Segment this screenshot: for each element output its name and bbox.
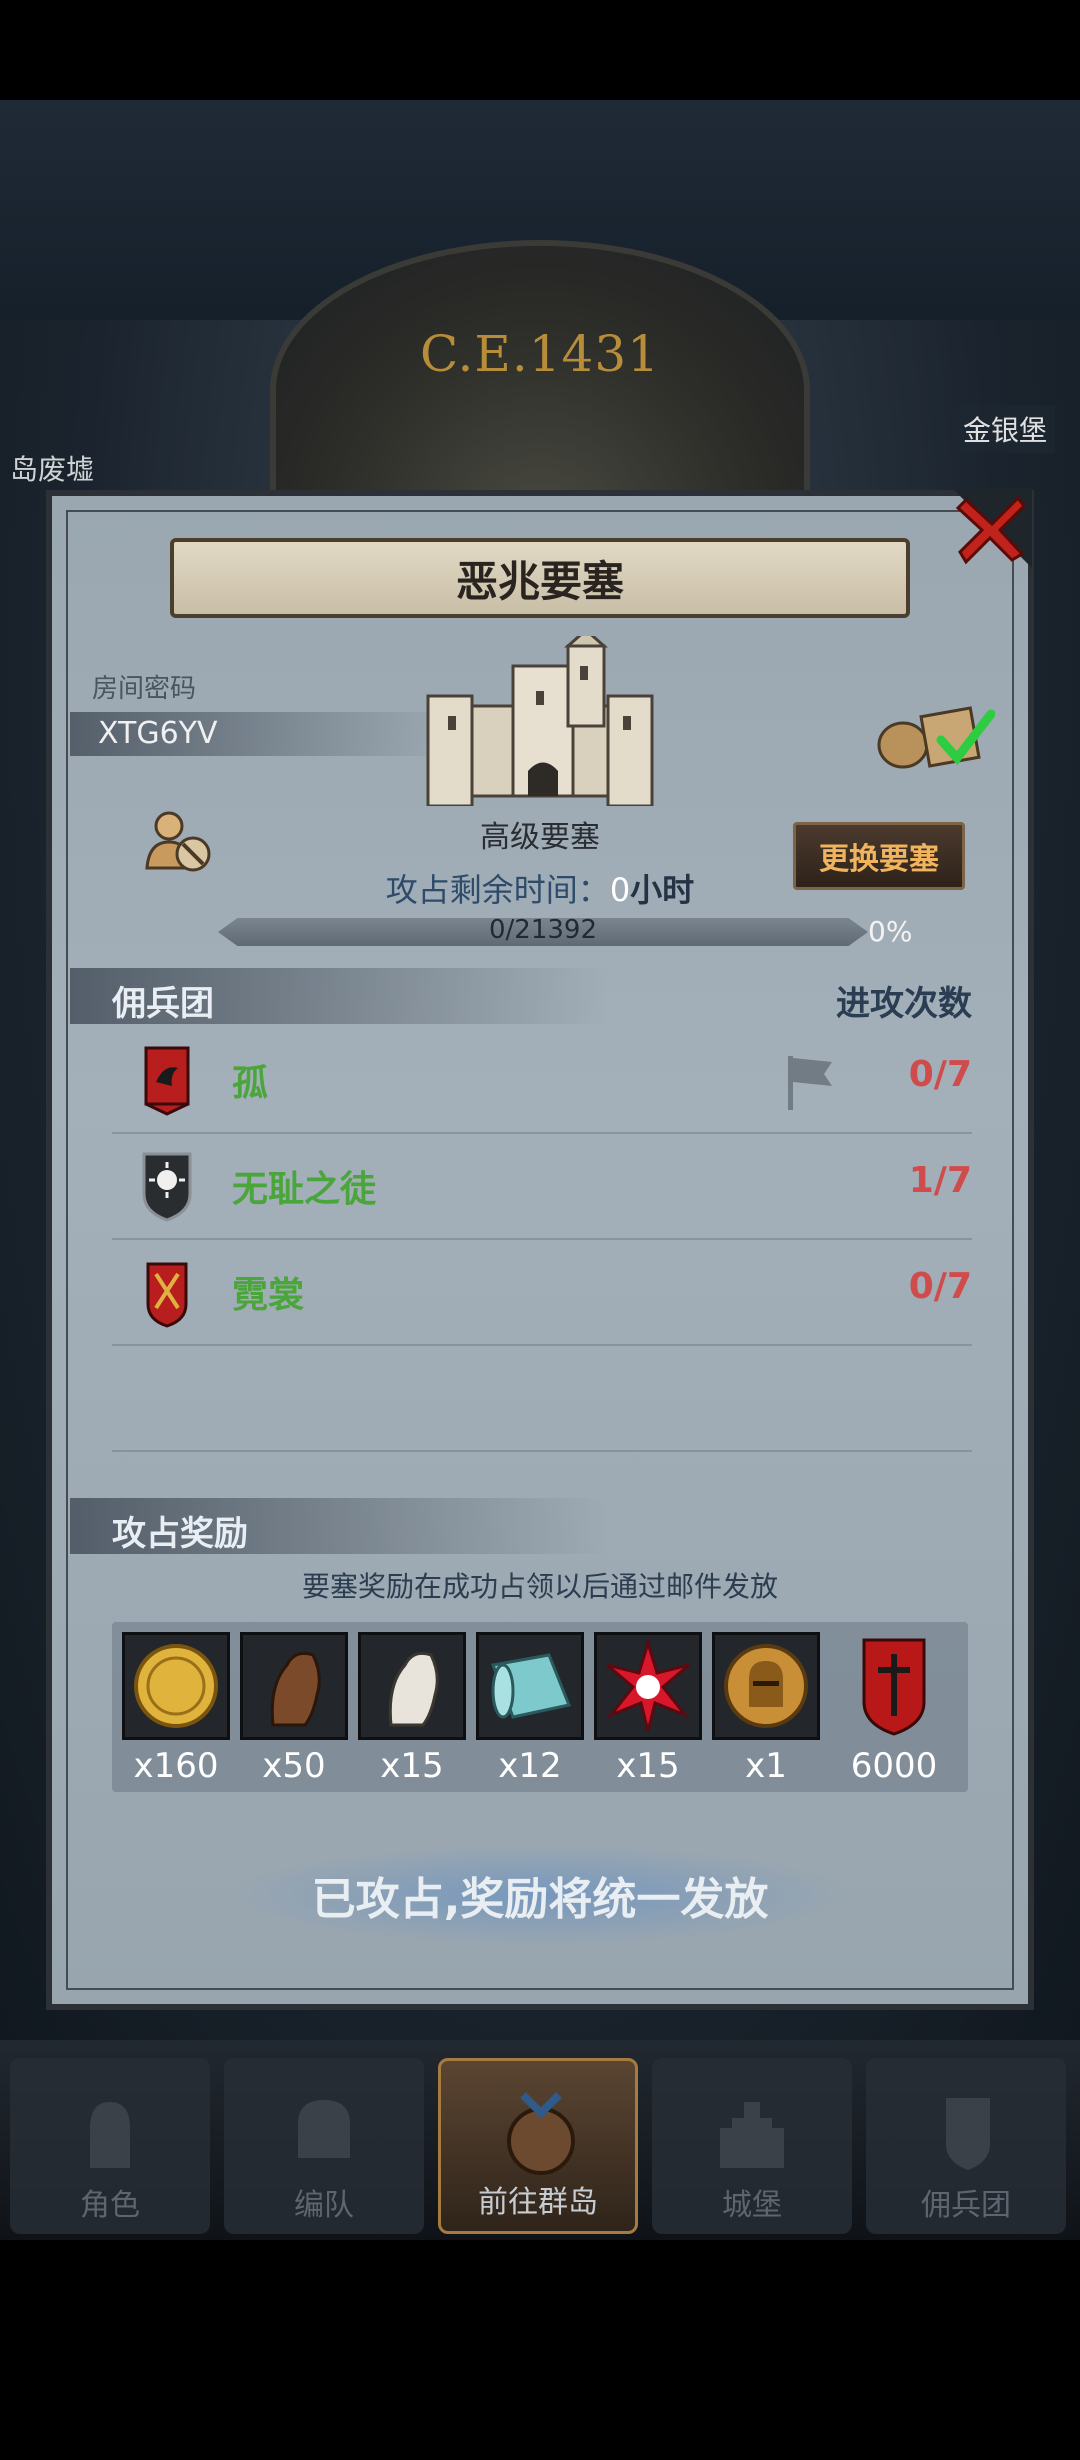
attack-count: 0/7	[908, 1054, 972, 1095]
gold-coin-icon	[134, 1644, 218, 1728]
nav-formation[interactable]: 编队	[224, 2058, 424, 2234]
reward-qty: x12	[498, 1746, 562, 1786]
cloth-roll-icon	[490, 1653, 572, 1719]
time-label: 攻占剩余时间：	[385, 871, 610, 909]
no-player-icon[interactable]	[143, 808, 213, 874]
change-fortress-button[interactable]: 更换要塞	[793, 822, 965, 890]
nav-mercenary[interactable]: 佣兵团	[866, 2058, 1066, 2234]
reward-qty: x50	[262, 1746, 326, 1786]
castle-icon	[426, 636, 654, 806]
reward-item[interactable]: x50	[240, 1632, 348, 1786]
helmet-icon	[298, 2100, 350, 2158]
supply-bag-check-icon[interactable]	[875, 700, 995, 770]
captured-status-button[interactable]: 已攻占,奖励将统一发放	[230, 1845, 850, 1945]
nav-label: 城堡	[722, 2188, 782, 2223]
flag-icon	[788, 1056, 832, 1110]
mercenary-row[interactable]: 霓裳 0/7	[112, 1240, 972, 1346]
reward-qty: x1	[745, 1746, 787, 1786]
knight-medal-icon	[724, 1644, 808, 1728]
nav-label: 佣兵团	[921, 2188, 1011, 2223]
sun-shield-icon	[142, 1152, 192, 1222]
nav-islands[interactable]: 前往群岛	[438, 2058, 638, 2234]
castle-nav-icon	[720, 2102, 784, 2168]
progress-percent: 0%	[868, 915, 913, 948]
brown-horse-icon	[270, 1651, 321, 1727]
compass-icon	[507, 2092, 575, 2175]
attack-count: 0/7	[908, 1266, 972, 1307]
room-code-label: 房间密码	[92, 674, 197, 704]
attack-count-header: 进攻次数	[836, 984, 972, 1024]
era-label: C.E.1431	[419, 325, 660, 383]
red-banner-icon	[862, 1638, 926, 1736]
nav-label: 角色	[80, 2188, 140, 2223]
progress-text: 0/21392	[488, 915, 597, 945]
reward-qty: x160	[133, 1746, 219, 1786]
time-unit: 小时	[630, 871, 695, 909]
nav-label: 编队	[294, 2188, 354, 2223]
fortress-type: 高级要塞	[480, 820, 600, 855]
reward-qty: x15	[380, 1746, 444, 1786]
close-icon[interactable]	[952, 488, 1032, 568]
reward-item[interactable]: x15	[594, 1632, 702, 1786]
raven-banner-icon	[144, 1046, 190, 1116]
reward-header: 攻占奖励	[70, 1498, 970, 1554]
torch-banner-icon	[146, 1262, 188, 1328]
location-left-label: 岛废墟	[10, 453, 95, 486]
location-right-label: 金银堡	[955, 405, 1056, 453]
red-star-gem-icon	[606, 1637, 690, 1732]
mercenary-row[interactable]: 孤 0/7	[112, 1028, 972, 1134]
reward-qty: x15	[616, 1746, 680, 1786]
mercenary-header: 佣兵团 进攻次数	[70, 968, 972, 1024]
time-value: 0	[609, 871, 631, 909]
nav-castle[interactable]: 城堡	[652, 2058, 852, 2234]
reward-item[interactable]: x12	[476, 1632, 584, 1786]
nav-label: 前往群岛	[478, 2185, 598, 2220]
attack-count: 1/7	[908, 1160, 972, 1201]
top-bar	[0, 0, 1080, 100]
mercenary-row-empty	[112, 1346, 972, 1452]
bottom-bar	[0, 2240, 1080, 2460]
remaining-time: 攻占剩余时间：0小时	[300, 865, 780, 911]
reward-item[interactable]: x15	[358, 1632, 466, 1786]
room-code-value[interactable]: XTG6YV	[70, 712, 458, 756]
reward-item[interactable]: x160	[122, 1632, 230, 1786]
reward-item[interactable]: x1	[712, 1632, 820, 1786]
knight-icon	[90, 2102, 130, 2168]
reward-header-label: 攻占奖励	[112, 1514, 248, 1554]
mercenary-name: 无耻之徒	[232, 1169, 377, 1210]
mercenary-name: 孤	[232, 1063, 269, 1104]
reward-note: 要塞奖励在成功占领以后通过邮件发放	[301, 1570, 778, 1603]
mercenary-row[interactable]: 无耻之徒 1/7	[112, 1134, 972, 1240]
bottom-nav: 角色 编队 前往群岛 城堡 佣兵团	[0, 2040, 1080, 2240]
mercenary-header-label: 佣兵团	[112, 984, 214, 1024]
banner-nav-icon	[946, 2098, 990, 2170]
white-horse-icon	[388, 1651, 439, 1727]
reward-qty: 6000	[850, 1746, 938, 1786]
nav-character[interactable]: 角色	[10, 2058, 210, 2234]
reward-item[interactable]: 6000	[840, 1632, 948, 1786]
mercenary-name: 霓裳	[232, 1275, 305, 1316]
dialog-title: 恶兆要塞	[170, 538, 910, 618]
